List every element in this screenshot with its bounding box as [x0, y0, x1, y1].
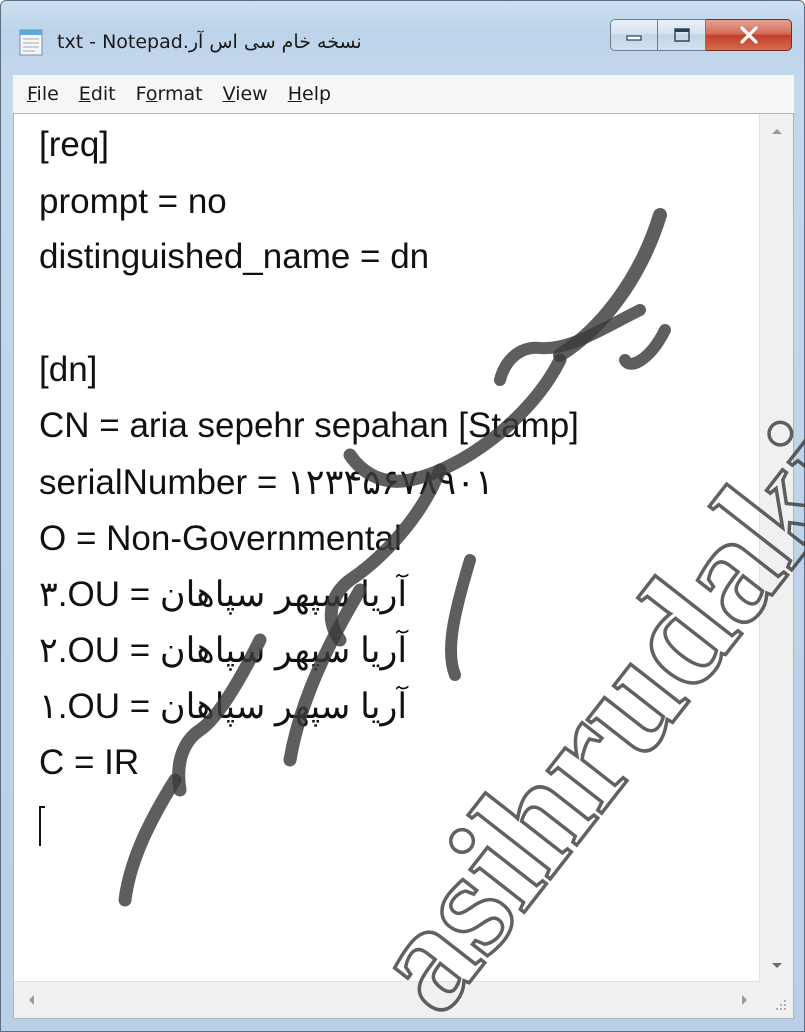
resize-grip-icon[interactable]	[760, 982, 793, 1018]
text-caret	[39, 806, 45, 846]
scroll-right-icon[interactable]	[728, 983, 761, 1016]
scroll-down-icon[interactable]	[760, 949, 793, 982]
text-line: prompt = no	[39, 182, 227, 221]
horizontal-scrollbar[interactable]	[14, 981, 761, 1018]
text-line: CN = aria sepehr sepahan [Stamp]	[39, 406, 579, 445]
text-line: serialNumber = ۱۲۳۴۵۶۷۸۹۰۱	[39, 463, 494, 502]
close-icon	[739, 26, 758, 44]
vertical-scrollbar[interactable]	[759, 114, 793, 982]
text-editor[interactable]: [req] prompt = no distinguished_name = d…	[13, 113, 794, 1019]
maximize-icon	[673, 28, 690, 42]
text-line: [req]	[39, 125, 110, 164]
editor-content[interactable]: [req] prompt = no distinguished_name = d…	[14, 114, 761, 982]
text-line: ۲.OU = آریا سپهر سپاهان	[39, 631, 408, 670]
close-button[interactable]	[706, 19, 792, 51]
menu-bar: File Edit Format View Help	[13, 75, 794, 114]
text-line: [dn]	[39, 350, 98, 389]
menu-format[interactable]: Format	[126, 75, 213, 113]
notepad-window: نسخه خام سی اس آر.txt - Notepad File Edi…	[0, 0, 805, 1032]
caption-buttons	[610, 19, 792, 53]
menu-edit[interactable]: Edit	[69, 75, 126, 113]
minimize-button[interactable]	[610, 19, 658, 51]
window-title: نسخه خام سی اس آر.txt - Notepad	[57, 31, 362, 53]
menu-help[interactable]: Help	[278, 75, 341, 113]
notepad-icon[interactable]	[17, 27, 45, 57]
text-line: ۱.OU = آریا سپهر سپاهان	[39, 687, 408, 726]
title-bar[interactable]: نسخه خام سی اس آر.txt - Notepad	[1, 1, 804, 85]
text-line: O = Non-Governmental	[39, 519, 402, 558]
maximize-button[interactable]	[658, 19, 706, 51]
text-line: ۳.OU = آریا سپهر سپاهان	[39, 575, 408, 614]
text-line: C = IR	[39, 743, 140, 782]
menu-file[interactable]: File	[13, 75, 69, 113]
scroll-left-icon[interactable]	[14, 983, 47, 1016]
menu-view[interactable]: View	[213, 75, 278, 113]
text-line: distinguished_name = dn	[39, 237, 430, 276]
scroll-up-icon[interactable]	[760, 114, 793, 147]
minimize-icon	[626, 35, 642, 41]
